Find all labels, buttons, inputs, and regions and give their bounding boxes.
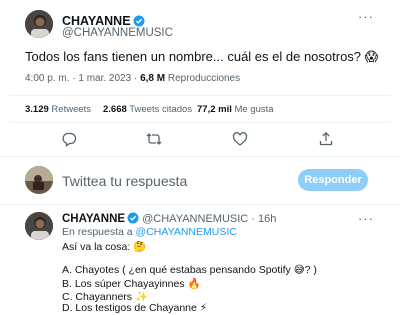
verified-badge-icon [127,212,139,224]
reply-button[interactable]: Responder [298,169,368,191]
views-count: 6,8 M [140,73,166,84]
author-handle[interactable]: @CHAYANNEMUSIC [62,27,173,39]
reply-author-name[interactable]: CHAYANNE [62,213,125,225]
like-icon[interactable] [232,131,248,147]
divider [0,156,400,157]
retweets-stat[interactable]: 3.129 Retweets [25,104,91,115]
reply-option-b: B. Los súper Chayayinnes 🔥 [62,278,201,290]
reply-author-handle[interactable]: @CHAYANNEMUSIC [142,213,248,225]
views-label: Reproducciones [165,73,241,84]
tweet-text: Todos los fans tienen un nombre... cuál … [25,49,379,64]
verified-badge-icon [133,14,145,27]
reply-text-line: Así va la cosa: 🤔 [62,241,147,253]
reply-icon[interactable] [61,131,77,147]
reply-author-avatar[interactable] [25,212,53,240]
share-icon[interactable] [318,131,334,147]
more-options-icon[interactable]: ··· [358,9,374,24]
divider [0,204,400,205]
reply-option-a: A. Chayotes ( ¿en qué estabas pensando S… [62,264,317,276]
reply-age[interactable]: · 16h [248,213,276,225]
reply-option-d: D. Los testigos de Chayanne ⚡ [62,302,208,314]
divider [10,122,390,123]
reply-author-row: CHAYANNE @CHAYANNEMUSIC · 16h [62,212,276,225]
author-display-name[interactable]: CHAYANNE [62,14,131,28]
divider [10,95,390,96]
quotes-stat[interactable]: 2.668 Tweets citados [103,104,192,115]
user-avatar[interactable] [25,166,53,194]
likes-stat[interactable]: 77,2 mil Me gusta [197,104,274,115]
reply-input[interactable]: Twittea tu respuesta [62,173,187,189]
tweet-timestamp[interactable]: 4:00 p. m. · 1 mar. 2023 · [25,73,140,84]
reply-more-options-icon[interactable]: ··· [358,211,374,226]
replying-to: En respuesta a @CHAYANNEMUSIC [62,226,237,238]
author-avatar[interactable] [25,10,53,38]
tweet-meta: 4:00 p. m. · 1 mar. 2023 · 6,8 M Reprodu… [25,73,240,84]
replying-to-link[interactable]: @CHAYANNEMUSIC [136,226,237,238]
retweet-icon[interactable] [146,131,162,147]
replying-to-prefix: En respuesta a [62,226,136,238]
